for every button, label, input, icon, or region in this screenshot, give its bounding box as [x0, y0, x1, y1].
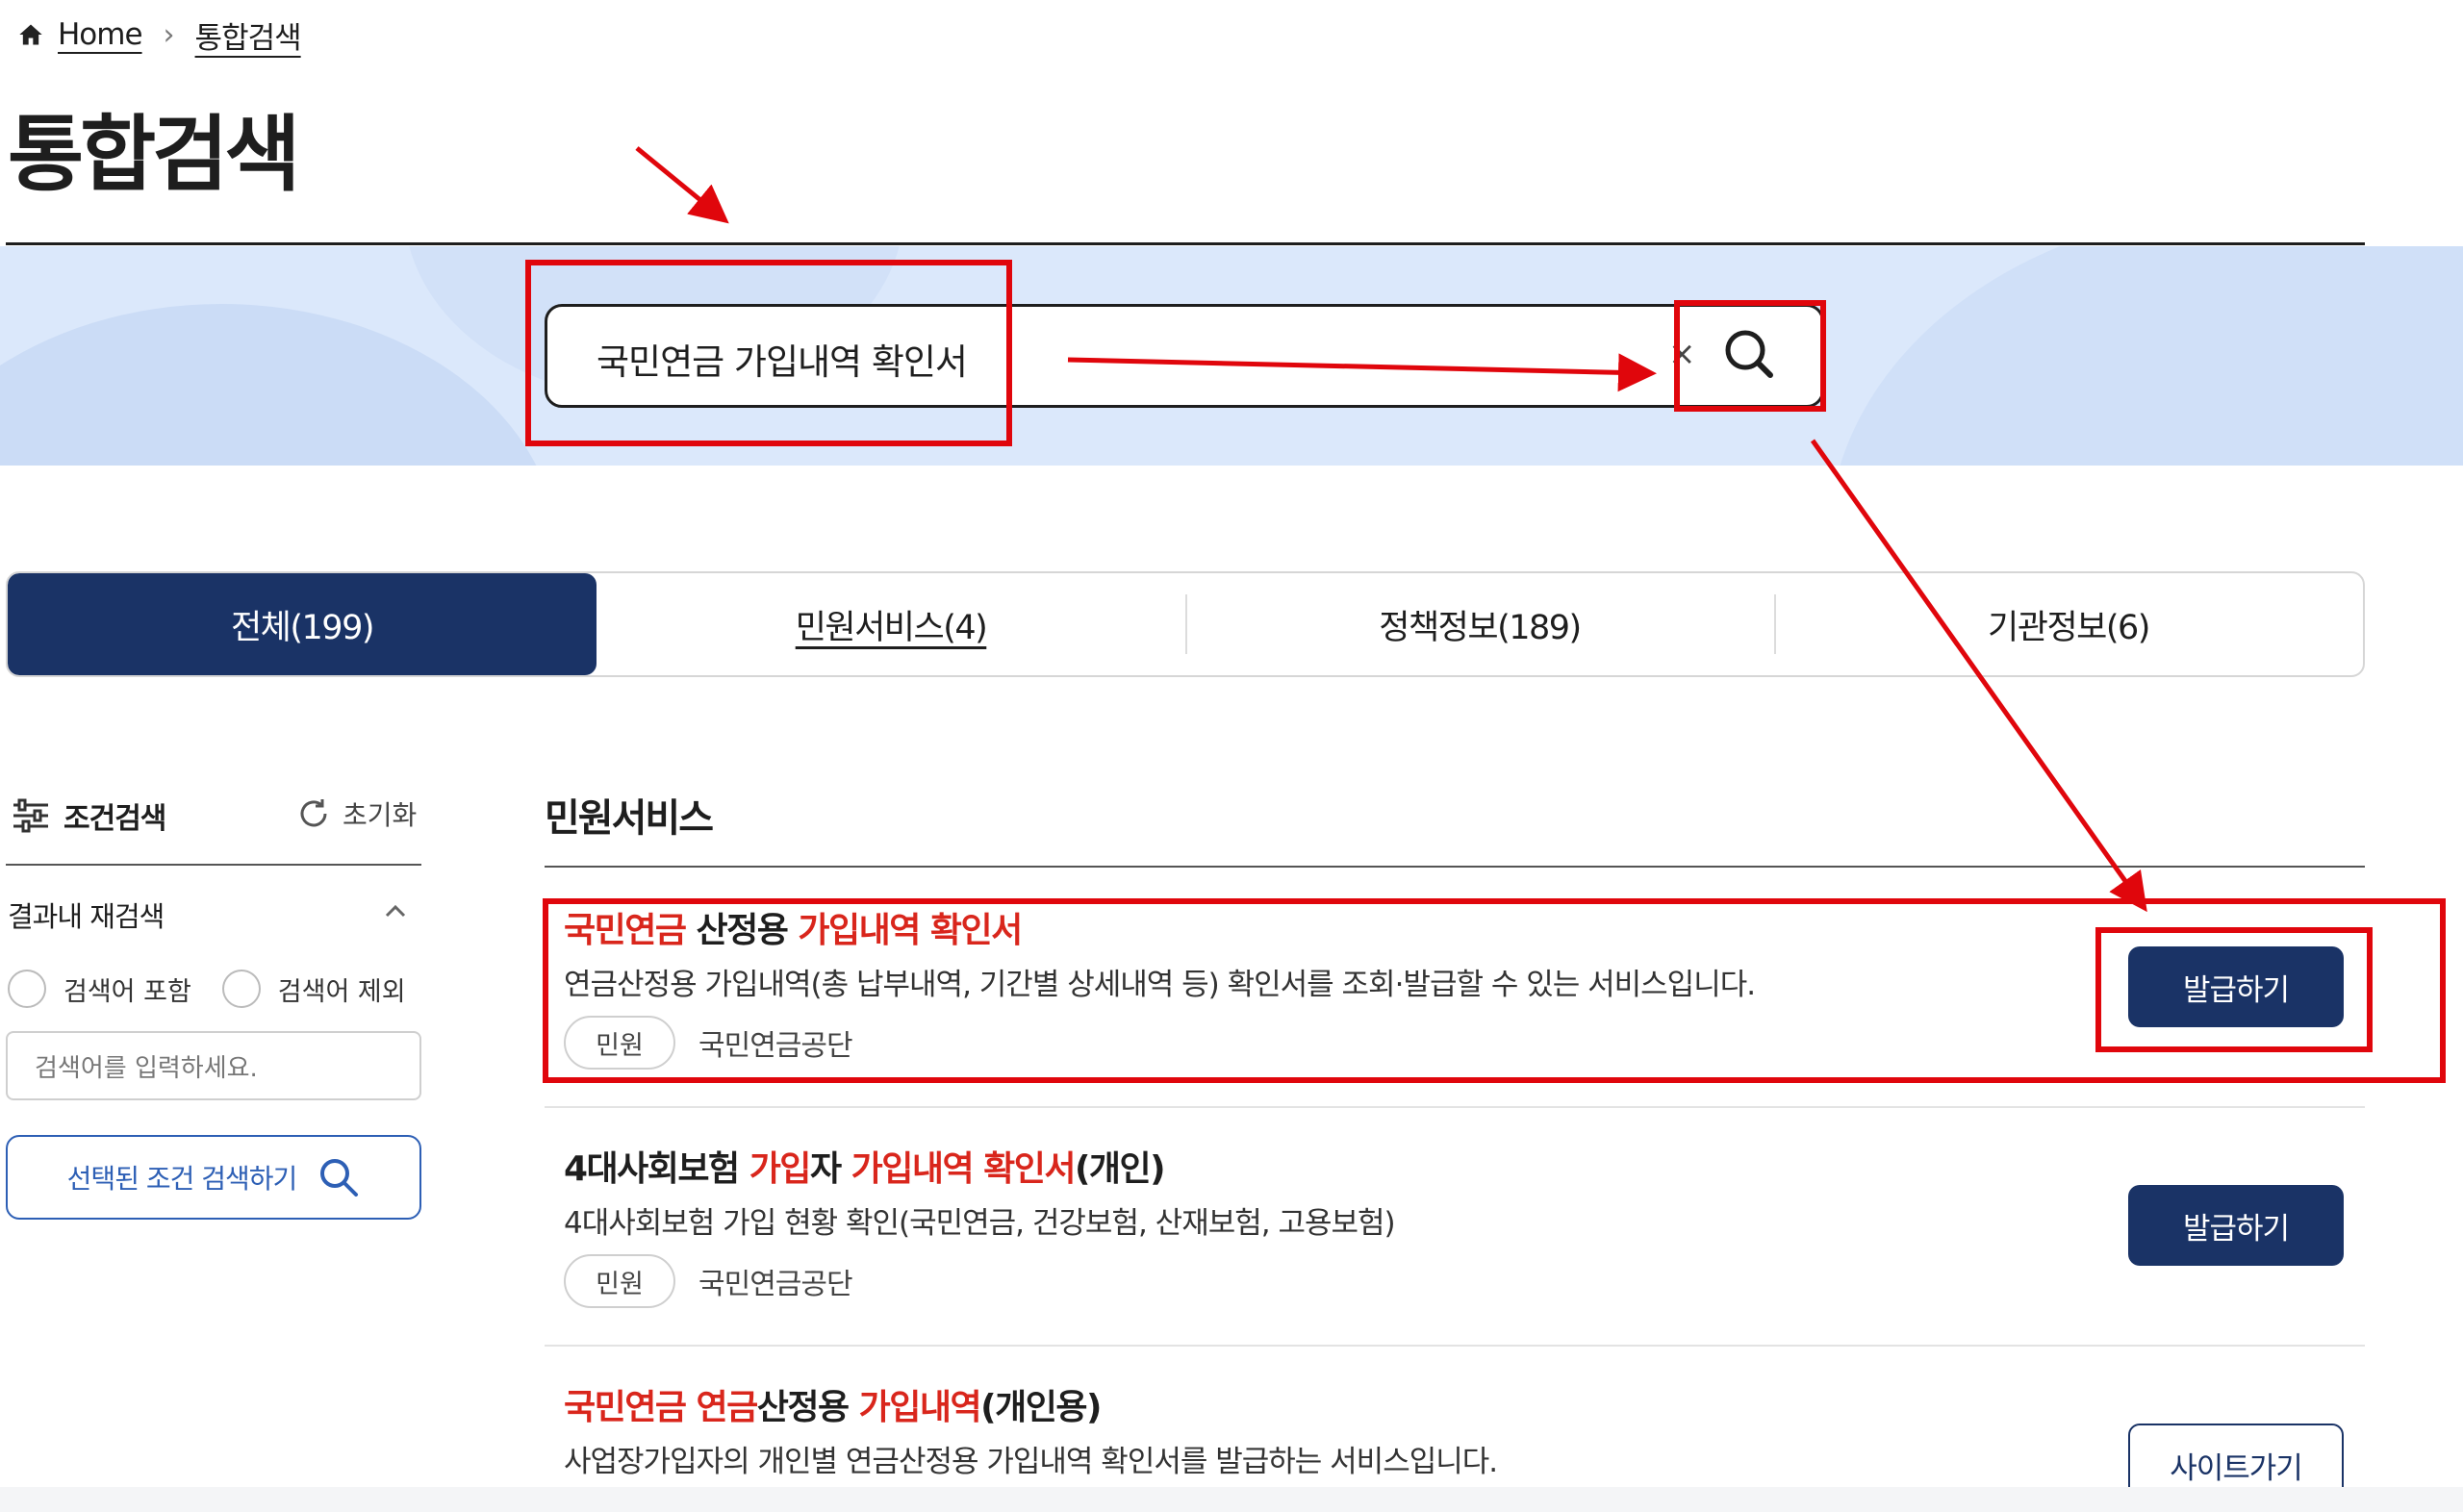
chevron-up-icon[interactable]: [383, 898, 408, 923]
category-chip: 민원: [564, 1254, 675, 1308]
search-icon: [320, 1159, 359, 1197]
search-icon: [1725, 330, 1773, 378]
result-description: 사업장가입자의 개인별 연금산정용 가입내역 확인서를 발급하는 서비스입니다.: [564, 1445, 1498, 1479]
breadcrumb-home-link[interactable]: Home: [58, 17, 143, 52]
tab-agency-info[interactable]: 기관정보(6): [1774, 573, 2363, 675]
home-icon: [19, 24, 42, 45]
within-results-label: 결과내 재검색: [8, 900, 165, 933]
keyword-input[interactable]: 검색어를 입력하세요.: [6, 1031, 421, 1100]
result-meta: 민원 국민연금공단: [564, 1016, 853, 1070]
category-tabs: 전체(199) 민원서비스(4) 정책정보(189) 기관정보(6): [6, 571, 2365, 677]
organization: 국민연금공단: [698, 1268, 853, 1301]
result-divider: [545, 1345, 2365, 1347]
page-bottom-edge: [0, 1487, 2463, 1512]
chevron-right-icon: ›: [163, 17, 175, 52]
result-title[interactable]: 국민연금 연금산정용 가입내역(개인용): [564, 1379, 1102, 1429]
include-label: 검색어 포함: [63, 976, 191, 1007]
exclude-label: 검색어 제외: [277, 976, 406, 1007]
condition-search-button[interactable]: 선택된 조건 검색하기: [6, 1135, 421, 1220]
reset-button[interactable]: 초기화: [296, 794, 417, 833]
filter-header: 조건검색: [12, 794, 166, 837]
result-meta: 민원 국민연금공단: [564, 1254, 853, 1308]
result-title[interactable]: 4대사회보험 가입자 가입내역 확인서(개인): [564, 1141, 1166, 1191]
issue-button[interactable]: 발급하기: [2128, 946, 2344, 1027]
search-query-text: 국민연금 가입내역 확인서: [597, 341, 968, 383]
tab-civil-services[interactable]: 민원서비스(4): [597, 573, 1185, 675]
keyword-placeholder: 검색어를 입력하세요.: [35, 1053, 258, 1083]
refresh-icon: [300, 799, 327, 827]
annotation-arrows: [635, 146, 2147, 913]
result-description: 4대사회보험 가입 현황 확인(국민연금, 건강보험, 산재보험, 고용보험): [564, 1206, 1396, 1241]
result-divider: [545, 1106, 2365, 1108]
issue-button[interactable]: 발급하기: [2128, 1185, 2344, 1266]
category-chip: 민원: [564, 1016, 675, 1070]
tab-all[interactable]: 전체(199): [8, 573, 597, 675]
filter-title: 조건검색: [63, 802, 166, 836]
search-button[interactable]: [1713, 317, 1790, 394]
include-radio[interactable]: [8, 970, 46, 1008]
exclude-radio[interactable]: [221, 970, 261, 1008]
breadcrumb-current[interactable]: 통합검색: [195, 13, 302, 57]
section-title: 민원서비스: [545, 796, 714, 841]
filter-divider: [6, 864, 421, 866]
page-title: 통합검색: [8, 107, 300, 203]
title-divider: [6, 242, 2365, 245]
tab-policy-info[interactable]: 정책정보(189): [1185, 573, 1774, 675]
section-divider: [545, 866, 2365, 868]
organization: 국민연금공단: [698, 1029, 853, 1063]
breadcrumb: Home › 통합검색: [17, 13, 302, 57]
reset-label: 초기화: [343, 799, 418, 831]
condition-search-label: 선택된 조건 검색하기: [66, 1163, 298, 1195]
result-description: 연금산정용 가입내역(총 납부내역, 기간별 상세내역 등) 확인서를 조회·발…: [564, 968, 1756, 1002]
keyword-mode-options: 검색어 포함 검색어 제외: [8, 970, 406, 1008]
sliders-icon: [13, 798, 48, 833]
clear-icon[interactable]: ×: [1668, 335, 1696, 373]
result-title[interactable]: 국민연금 산정용 가입내역 확인서: [564, 902, 1023, 952]
